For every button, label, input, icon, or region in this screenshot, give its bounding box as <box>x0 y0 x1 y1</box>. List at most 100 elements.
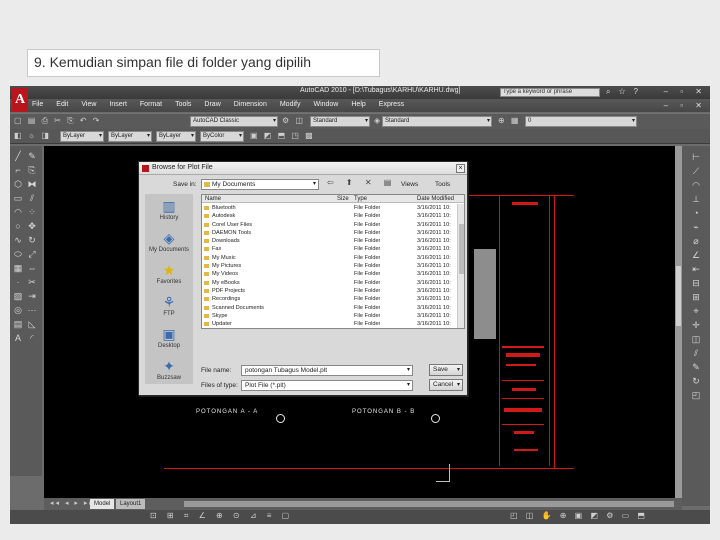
file-row[interactable]: PDF Projects File Folder 3/16/2011 10: <box>202 287 457 295</box>
mirror-icon[interactable]: ⧓ <box>26 177 38 191</box>
menu-file[interactable]: File <box>32 101 56 108</box>
offset-icon[interactable]: ⫽ <box>26 191 38 205</box>
cancel-button[interactable]: Cancel <box>429 379 463 391</box>
extend-icon[interactable]: ⇥ <box>26 289 38 303</box>
inspect-icon[interactable]: ◫ <box>689 332 703 346</box>
menu-edit[interactable]: Edit <box>56 101 81 108</box>
draw-order-icons[interactable]: ▣ ◩ ⬒ ◳ ▩ <box>250 131 315 140</box>
scale-icon[interactable]: ⤢ <box>26 247 38 261</box>
break-icon[interactable]: ⋯ <box>26 303 38 317</box>
layer-toolbar-icons[interactable]: ◧ ☼ ◨ <box>14 131 51 140</box>
quick-dim-icon[interactable]: ⇤ <box>689 262 703 276</box>
polyline-icon[interactable]: ⌐ <box>12 163 24 177</box>
region-icon[interactable]: ◎ <box>12 303 24 317</box>
views-menu[interactable]: Views <box>401 181 418 188</box>
file-row[interactable]: My Music File Folder 3/16/2011 10: <box>202 254 457 262</box>
continue-icon[interactable]: ⊞ <box>689 290 703 304</box>
properties-icons[interactable]: ⚙ ◫ <box>282 116 305 125</box>
array-icon[interactable]: ⁘ <box>26 205 38 219</box>
infocenter-icons[interactable]: ⌕ ☆ ? <box>606 87 641 97</box>
color-dropdown[interactable]: ByColor <box>200 131 244 142</box>
file-row[interactable]: Bluetooth File Folder 3/16/2011 10: <box>202 204 457 212</box>
menu-draw[interactable]: Draw <box>204 101 233 108</box>
tolerance-icon[interactable]: ⌖ <box>689 304 703 318</box>
lineweight-dropdown[interactable]: ByLayer <box>156 131 196 142</box>
circle-icon[interactable]: ○ <box>12 219 24 233</box>
menu-express[interactable]: Express <box>379 101 417 108</box>
line-icon[interactable]: ╱ <box>12 149 24 163</box>
jogged-icon[interactable]: ⌁ <box>689 220 703 234</box>
file-row[interactable]: Downloads File Folder 3/16/2011 10: <box>202 237 457 245</box>
zoom-icons[interactable]: ⊕ ▦ <box>498 116 520 125</box>
col-size[interactable]: Size <box>337 195 349 203</box>
menu-modify[interactable]: Modify <box>280 101 314 108</box>
diameter-icon[interactable]: ⌀ <box>689 234 703 248</box>
hatch-icon[interactable]: ▨ <box>12 289 24 303</box>
app-logo[interactable]: A <box>12 88 28 112</box>
angular-icon[interactable]: ∠ <box>689 248 703 262</box>
place-desktop[interactable]: ▣ Desktop <box>145 326 193 350</box>
file-list-scrollbar[interactable] <box>457 204 464 328</box>
workspace-dropdown[interactable]: AutoCAD Classic <box>190 116 278 127</box>
dim-edit-icon[interactable]: ✎ <box>689 360 703 374</box>
file-row[interactable]: Updater File Folder 3/16/2011 10: <box>202 320 457 328</box>
point-icon[interactable]: · <box>12 275 24 289</box>
col-date[interactable]: Date Modified <box>417 195 454 203</box>
close-icon[interactable]: × <box>456 164 465 173</box>
dim-style-dropdown[interactable]: Standard <box>382 116 492 127</box>
file-row[interactable]: Skype File Folder 3/16/2011 10: <box>202 312 457 320</box>
polygon-icon[interactable]: ⬡ <box>12 177 24 191</box>
status-tray-icons[interactable]: ◰ ◫ ✋ ⊕ ▣ ◩ ⚙ ▭ ⬒ <box>510 511 648 520</box>
tools-menu[interactable]: Tools <box>435 181 450 188</box>
menu-dimension[interactable]: Dimension <box>234 101 280 108</box>
col-type[interactable]: Type <box>354 195 367 203</box>
copy-icon[interactable]: ⎘ <box>26 163 38 177</box>
file-list-scroll-thumb[interactable] <box>459 224 464 274</box>
search-input[interactable]: Type a keyword or phrase <box>500 88 600 97</box>
dimension-icon[interactable]: ⊢ <box>689 150 703 164</box>
draw-icons[interactable]: ╱ ⌐ ⬡ ▭ ◠ ○ ∿ ⬭ ▦ · ▨ ◎ ▤ A <box>12 149 24 345</box>
file-row[interactable]: Autodesk File Folder 3/16/2011 10: <box>202 212 457 220</box>
menu-tools[interactable]: Tools <box>175 101 204 108</box>
chamfer-icon[interactable]: ◺ <box>26 317 38 331</box>
dim-update-icon[interactable]: ↻ <box>689 374 703 388</box>
mtext-icon[interactable]: A <box>12 331 24 345</box>
vertical-scrollbar[interactable] <box>675 146 682 498</box>
fillet-icon[interactable]: ◜ <box>26 331 38 345</box>
tab-nav-arrows[interactable]: ◂◂ ◂ ▸ ▸▸ <box>50 499 95 507</box>
file-row[interactable]: Corel User Files File Folder 3/16/2011 10: <box>202 221 457 229</box>
baseline-icon[interactable]: ⊟ <box>689 276 703 290</box>
trim-icon[interactable]: ✂ <box>26 275 38 289</box>
window-controls[interactable]: – ▫ ✕ <box>664 87 707 96</box>
place-favorites[interactable]: ★ Favorites <box>145 262 193 286</box>
modify-icons[interactable]: ✎ ⎘ ⧓ ⫽ ⁘ ✥ ↻ ⤢ ⇔ ✂ ⇥ ⋯ ◺ ◜ <box>26 149 38 345</box>
text-style-dropdown[interactable]: Standard <box>310 116 370 127</box>
file-row[interactable]: Scanned Documents File Folder 3/16/2011 10… <box>202 304 457 312</box>
move-icon[interactable]: ✥ <box>26 219 38 233</box>
center-mark-icon[interactable]: ✛ <box>689 318 703 332</box>
file-row[interactable]: DAEMON Tools File Folder 3/16/2011 10: <box>202 229 457 237</box>
stretch-icon[interactable]: ⇔ <box>26 261 38 275</box>
right-toolbar-icons[interactable]: ⊢ ⟋ ◠ ⊥ ◔ ⌁ ⌀ ∠ ⇤ ⊟ ⊞ ⌖ ✛ ◫ ⫽ ✎ ↻ ◰ <box>689 150 703 402</box>
rectangle-icon[interactable]: ▭ <box>12 191 24 205</box>
ordinate-icon[interactable]: ⊥ <box>689 192 703 206</box>
place-ftp[interactable]: ⚘ FTP <box>145 294 193 318</box>
place-buzzsaw[interactable]: ✦ Buzzsaw <box>145 358 193 382</box>
insert-block-icon[interactable]: ▦ <box>12 261 24 275</box>
arc-icon[interactable]: ◠ <box>12 205 24 219</box>
file-row[interactable]: My eBooks File Folder 3/16/2011 10: <box>202 279 457 287</box>
menu-view[interactable]: View <box>81 101 109 108</box>
save-in-dropdown[interactable]: My Documents <box>201 179 319 190</box>
arc-length-icon[interactable]: ◠ <box>689 178 703 192</box>
file-type-dropdown[interactable]: Plot File (*.plt) <box>241 380 413 391</box>
rotate-icon[interactable]: ↻ <box>26 233 38 247</box>
document-window-controls[interactable]: – ▫ ✕ <box>664 101 707 110</box>
menu-insert[interactable]: Insert <box>109 101 140 108</box>
file-row[interactable]: My Pictures File Folder 3/16/2011 10: <box>202 262 457 270</box>
oblique-icon[interactable]: ⫽ <box>689 346 703 360</box>
place-my-documents[interactable]: ◈ My Documents <box>145 230 193 254</box>
file-row[interactable]: My Videos File Folder 3/16/2011 10: <box>202 270 457 278</box>
layer-state-dropdown[interactable]: ByLayer <box>60 131 104 142</box>
linetype-dropdown[interactable]: ByLayer <box>108 131 152 142</box>
tab-model[interactable]: Model <box>90 499 115 509</box>
